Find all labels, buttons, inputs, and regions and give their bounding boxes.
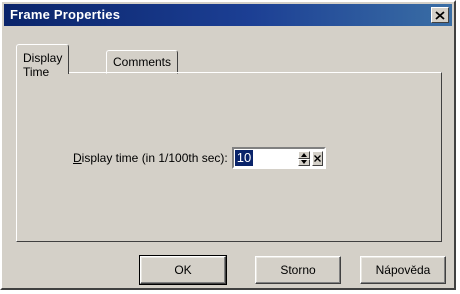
clear-value-button[interactable] [311, 151, 323, 166]
clear-icon [313, 155, 321, 162]
tab-comments-label: Comments [113, 55, 172, 69]
help-button[interactable]: Nápověda [360, 256, 446, 284]
close-button[interactable] [431, 7, 449, 23]
display-time-label-text: isplay time (in 1/100th sec): [81, 151, 228, 165]
display-time-value: 10 [234, 150, 254, 166]
tab-display-time[interactable]: Display Time [16, 44, 70, 79]
display-time-row: Display time (in 1/100th sec): 10 [73, 147, 326, 169]
tab-comments[interactable]: Comments [106, 50, 179, 74]
frame-properties-dialog: Frame Properties Display Time Comments D… [0, 0, 456, 290]
arrow-up-icon [300, 152, 307, 157]
display-time-label: Display time (in 1/100th sec): [73, 151, 228, 165]
arrow-down-icon [300, 160, 307, 165]
tab-panel-display-time: Display time (in 1/100th sec): 10 [16, 72, 442, 242]
ok-button[interactable]: OK [139, 255, 227, 285]
window-title: Frame Properties [10, 7, 121, 22]
spin-down-button[interactable] [297, 158, 310, 166]
title-bar[interactable]: Frame Properties [4, 4, 452, 26]
spin-up-button[interactable] [297, 151, 310, 159]
display-time-label-mnemonic: D [73, 151, 82, 165]
cancel-button[interactable]: Storno [255, 256, 341, 284]
display-time-spinner[interactable] [297, 151, 310, 166]
display-time-input[interactable]: 10 [231, 147, 326, 169]
close-icon [435, 10, 445, 20]
